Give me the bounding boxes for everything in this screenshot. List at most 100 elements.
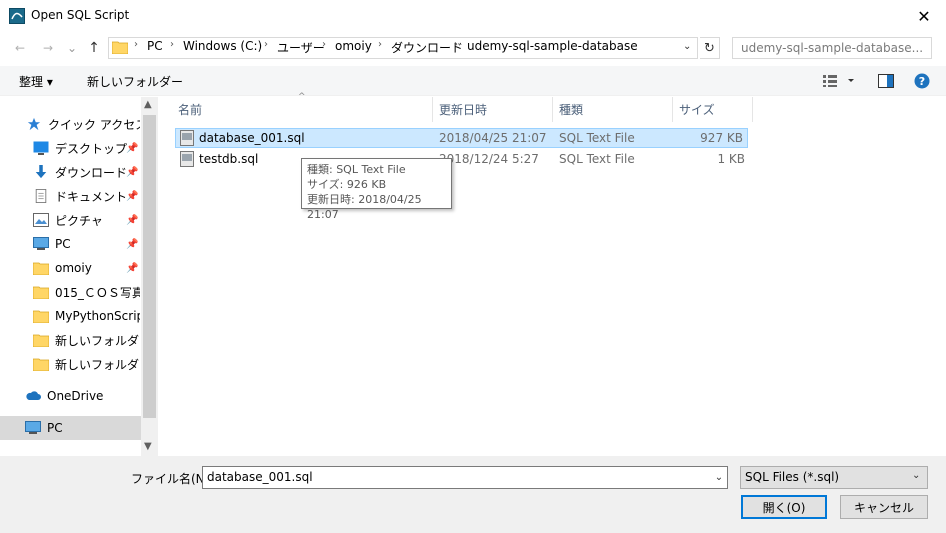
column-header-label: サイズ bbox=[679, 103, 715, 117]
breadcrumb-pc[interactable]: PC bbox=[147, 39, 163, 53]
breadcrumb-c-drive[interactable]: Windows (C:) bbox=[183, 39, 262, 53]
sidebar-item-mypythonscript[interactable]: MyPythonScript bbox=[0, 304, 140, 328]
tooltip-modified: 更新日時: 2018/04/25 21:07 bbox=[307, 193, 422, 221]
close-icon[interactable]: ✕ bbox=[906, 2, 942, 30]
help-icon[interactable]: ? bbox=[914, 73, 930, 92]
sidebar-item-label: OneDrive bbox=[47, 389, 104, 403]
sidebar-item-pc[interactable]: PC bbox=[0, 416, 141, 440]
sidebar-scroll-thumb[interactable] bbox=[143, 115, 156, 418]
pc-icon bbox=[25, 421, 41, 434]
file-name: database_001.sql bbox=[199, 131, 305, 145]
filetype-select[interactable]: SQL Files (*.sql) bbox=[740, 466, 928, 489]
address-dropdown-icon[interactable]: ⌄ bbox=[683, 41, 691, 52]
sidebar-item-pictures[interactable]: ピクチャ bbox=[0, 208, 140, 232]
sidebar-item-cos-photos[interactable]: 015_ＣＯＳ写真 bbox=[0, 280, 140, 304]
file-modified: 2018/12/24 5:27 bbox=[439, 152, 539, 166]
filename-input[interactable]: database_001.sql bbox=[202, 466, 728, 489]
sidebar-item-new-folder[interactable]: 新しいフォルダー bbox=[0, 328, 140, 352]
sidebar-item-onedrive[interactable]: OneDrive bbox=[0, 384, 140, 408]
desktop-icon bbox=[33, 141, 49, 155]
breadcrumb-downloads[interactable]: ダウンロード bbox=[391, 39, 463, 56]
tooltip-size: サイズ: 926 KB bbox=[307, 178, 387, 191]
new-folder-button[interactable]: 新しいフォルダー bbox=[87, 73, 183, 90]
file-row[interactable]: testdb.sql 2018/12/24 5:27 SQL Text File… bbox=[175, 149, 748, 169]
breadcrumb-separator: › bbox=[322, 39, 326, 50]
column-header-label: 種類 bbox=[559, 103, 584, 117]
sidebar-item-label: omoiy bbox=[55, 261, 92, 275]
organize-button[interactable]: 整理 ▾ bbox=[19, 73, 53, 90]
column-header-modified[interactable]: 更新日時 bbox=[433, 97, 553, 122]
folder-icon bbox=[33, 358, 49, 371]
folder-icon bbox=[111, 40, 129, 57]
sidebar-item-omoiy[interactable]: omoiy bbox=[0, 256, 140, 280]
folder-icon bbox=[33, 286, 49, 299]
file-size: 1 KB bbox=[717, 152, 745, 166]
back-icon[interactable]: ← bbox=[12, 40, 28, 56]
sidebar-item-label: MyPythonScript bbox=[55, 309, 140, 323]
sidebar-item-documents[interactable]: ドキュメント bbox=[0, 184, 140, 208]
pin-icon[interactable]: 📌 bbox=[126, 215, 138, 226]
up-folder-icon[interactable]: ↑ bbox=[86, 40, 102, 56]
pin-icon[interactable]: 📌 bbox=[126, 167, 138, 178]
sidebar-item-label: クイック アクセス bbox=[48, 117, 140, 132]
forward-icon[interactable]: → bbox=[40, 40, 56, 56]
sidebar-item-downloads[interactable]: ダウンロード bbox=[0, 160, 140, 184]
sidebar-item-new-folder-2[interactable]: 新しいフォルダー (2 bbox=[0, 352, 140, 376]
pictures-icon bbox=[33, 213, 49, 227]
sidebar-item-pc-pinned[interactable]: PC bbox=[0, 232, 140, 256]
breadcrumb-separator: › bbox=[170, 39, 174, 50]
preview-pane-icon[interactable] bbox=[878, 74, 894, 91]
view-options-icon[interactable] bbox=[823, 74, 855, 91]
download-icon bbox=[35, 165, 47, 179]
scroll-up-arrow-icon[interactable]: ▲ bbox=[144, 99, 152, 110]
column-header-label: 更新日時 bbox=[439, 103, 488, 117]
file-info-tooltip: 種類: SQL Text File サイズ: 926 KB 更新日時: 2018… bbox=[301, 158, 452, 221]
file-name: testdb.sql bbox=[199, 152, 259, 166]
pin-icon[interactable]: 📌 bbox=[126, 143, 138, 154]
star-icon bbox=[27, 117, 41, 131]
pc-icon bbox=[33, 237, 49, 250]
cancel-button[interactable]: キャンセル bbox=[840, 495, 928, 519]
open-button[interactable]: 開く(O) bbox=[741, 495, 827, 519]
file-modified: 2018/04/25 21:07 bbox=[439, 131, 547, 145]
folder-icon bbox=[33, 310, 49, 323]
sql-file-icon bbox=[180, 151, 194, 167]
sidebar-item-label: ドキュメント bbox=[55, 189, 128, 204]
file-size: 927 KB bbox=[700, 131, 743, 145]
file-row[interactable]: database_001.sql 2018/04/25 21:07 SQL Te… bbox=[175, 128, 748, 148]
breadcrumb-separator: › bbox=[134, 39, 138, 50]
document-icon bbox=[35, 189, 47, 203]
svg-text:?: ? bbox=[919, 75, 925, 88]
pin-icon[interactable]: 📌 bbox=[126, 239, 138, 250]
filetype-dropdown-icon[interactable]: ⌄ bbox=[912, 470, 920, 481]
onedrive-cloud-icon bbox=[26, 391, 41, 400]
breadcrumb-users[interactable]: ユーザー bbox=[277, 39, 325, 56]
breadcrumb-omoiy[interactable]: omoiy bbox=[335, 39, 372, 53]
column-header-name[interactable]: 名前 bbox=[160, 97, 433, 122]
column-header-label: 名前 bbox=[178, 103, 203, 117]
column-header-size[interactable]: サイズ bbox=[673, 97, 753, 122]
sidebar-item-label: デスクトップ bbox=[55, 141, 128, 156]
file-type: SQL Text File bbox=[559, 152, 635, 166]
sidebar-item-label: ダウンロード bbox=[55, 165, 128, 180]
scroll-down-arrow-icon[interactable]: ▼ bbox=[144, 441, 152, 452]
column-header-type[interactable]: 種類 bbox=[553, 97, 673, 122]
folder-icon bbox=[33, 262, 49, 275]
pin-icon[interactable]: 📌 bbox=[126, 191, 138, 202]
filename-dropdown-icon[interactable]: ⌄ bbox=[712, 468, 726, 486]
breadcrumb-separator: › bbox=[264, 39, 268, 50]
pin-icon[interactable]: 📌 bbox=[126, 263, 138, 274]
refresh-icon[interactable]: ↻ bbox=[700, 37, 720, 59]
file-type: SQL Text File bbox=[559, 131, 635, 145]
folder-icon bbox=[33, 334, 49, 347]
sidebar-item-label: 新しいフォルダー bbox=[55, 333, 140, 348]
sidebar-item-desktop[interactable]: デスクトップ bbox=[0, 136, 140, 160]
sidebar-item-label: 015_ＣＯＳ写真 bbox=[55, 285, 140, 300]
breadcrumb-current-folder[interactable]: udemy-sql-sample-database bbox=[467, 39, 638, 53]
search-input[interactable]: udemy-sql-sample-database... bbox=[732, 37, 932, 59]
recent-locations-icon[interactable]: ⌄ bbox=[64, 40, 80, 56]
window-title: Open SQL Script bbox=[31, 8, 130, 22]
title-bar bbox=[0, 0, 946, 31]
sidebar-item-quick-access[interactable]: クイック アクセス bbox=[0, 112, 140, 136]
sidebar-item-label: PC bbox=[55, 237, 71, 251]
